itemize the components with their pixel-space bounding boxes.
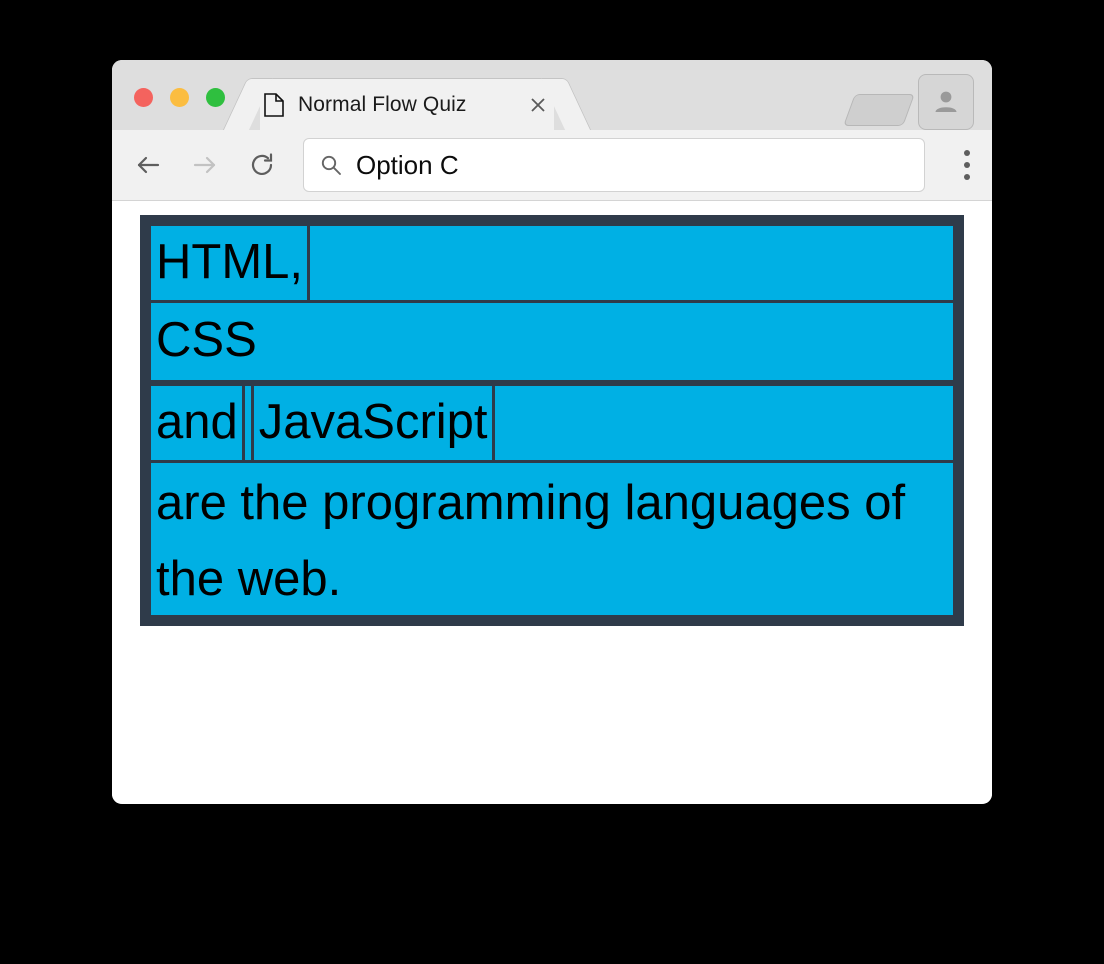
traffic-lights [134, 88, 225, 107]
menu-dot [964, 150, 970, 156]
close-icon[interactable] [528, 95, 548, 115]
page-viewport: HTML, CSS and JavaScript are the programm… [112, 201, 992, 803]
tab-normal-flow-quiz[interactable]: Normal Flow Quiz [260, 78, 554, 130]
flow-block-1: HTML, [148, 223, 956, 303]
profile-button[interactable] [918, 74, 974, 130]
normal-flow-container: HTML, CSS and JavaScript are the programm… [140, 215, 964, 626]
tab-inner: Normal Flow Quiz [260, 79, 554, 130]
back-arrow-icon[interactable] [133, 150, 163, 180]
flow-block-3: and JavaScript [148, 383, 956, 463]
inline-span-and: and [148, 383, 245, 463]
flow-block-2: CSS [148, 303, 956, 383]
forward-arrow-icon[interactable] [190, 150, 220, 180]
minimize-window-button[interactable] [170, 88, 189, 107]
inline-span-javascript: JavaScript [250, 383, 495, 463]
address-bar[interactable]: Option C [303, 138, 925, 192]
inline-span-html: HTML, [148, 223, 310, 303]
tab-title: Normal Flow Quiz [298, 92, 467, 116]
browser-toolbar: Option C [112, 130, 992, 201]
menu-dot [964, 174, 970, 180]
close-window-button[interactable] [134, 88, 153, 107]
profile-avatar-icon [931, 87, 961, 117]
browser-window: Normal Flow Quiz Option C HTML, CSS and … [112, 60, 992, 804]
menu-dot [964, 162, 970, 168]
page-icon [264, 92, 284, 117]
reload-icon[interactable] [247, 150, 277, 180]
overflow-menu-icon[interactable] [964, 150, 970, 180]
maximize-window-button[interactable] [206, 88, 225, 107]
tab-strip: Normal Flow Quiz [112, 60, 992, 130]
new-tab-button[interactable] [843, 94, 915, 126]
flow-block-4: are the programming languages of the web… [148, 463, 956, 618]
search-icon [320, 154, 342, 176]
address-input-value[interactable]: Option C [356, 150, 459, 181]
